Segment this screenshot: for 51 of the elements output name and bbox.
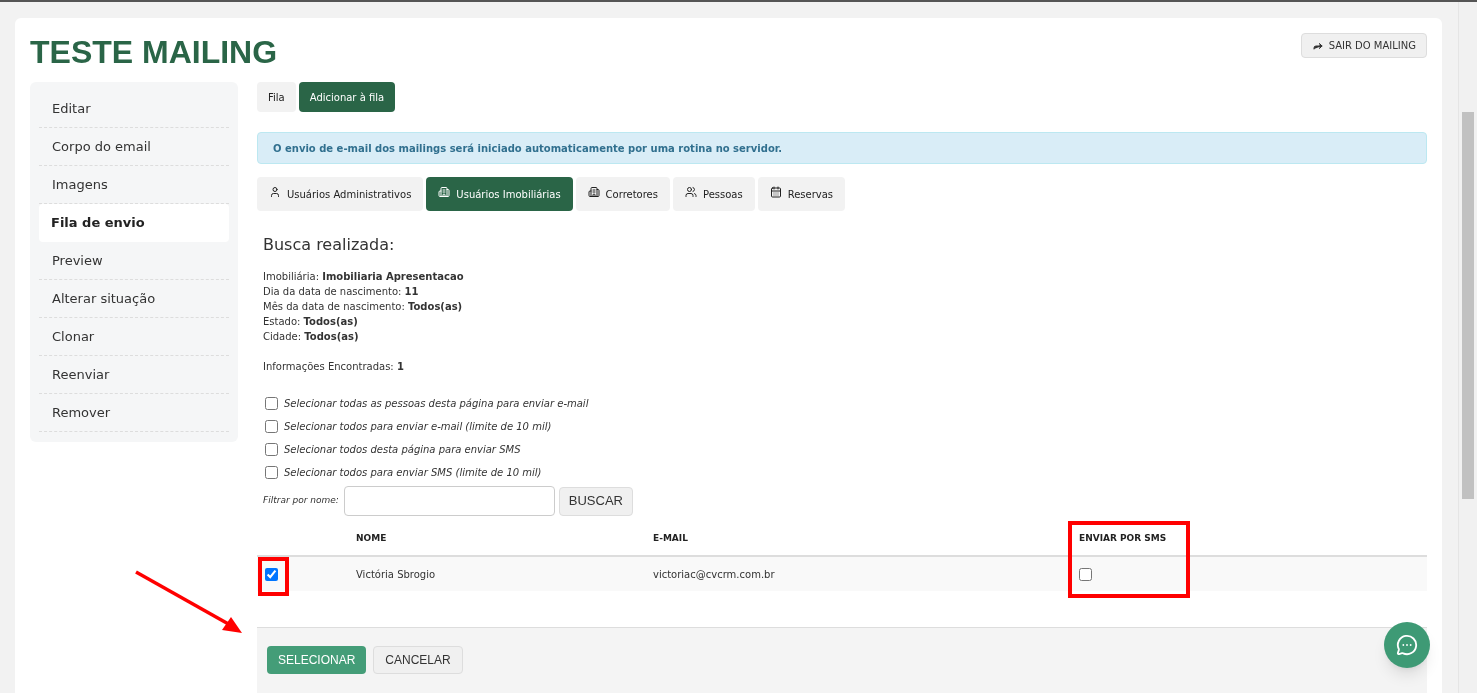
select-checkbox[interactable]: [265, 396, 278, 410]
sidebar-item[interactable]: Preview: [39, 242, 229, 280]
column-header: E-MAIL: [653, 533, 688, 544]
sidebar-item[interactable]: Alterar situação: [39, 280, 229, 318]
table-cell: Victória Sbrogio: [356, 568, 436, 580]
select-checkbox[interactable]: [265, 442, 278, 456]
chat-icon: [1396, 634, 1418, 656]
building-icon: [438, 186, 451, 198]
info-alert: O envio de e-mail dos mailings será iniciado automaticamente por uma rotina no servidor.: [257, 132, 1427, 164]
audience-tab[interactable]: Reservas: [757, 177, 846, 211]
user-icon: [269, 186, 281, 198]
search-criterion: Estado: Todos(as): [263, 315, 359, 329]
group-icon: [685, 186, 697, 198]
sms-checkbox[interactable]: [1079, 567, 1092, 581]
select-option-label: Selecionar todos para enviar e-mail (limite de 10 mil): [284, 419, 552, 434]
audience-tab[interactable]: Pessoas: [673, 177, 755, 211]
audience-tab[interactable]: Corretores: [575, 177, 670, 211]
results-count: Informações Encontradas: 1: [263, 360, 405, 374]
select-checkbox[interactable]: [265, 419, 278, 433]
sidebar-item[interactable]: Corpo do email: [39, 128, 229, 166]
building-icon: [587, 186, 600, 198]
search-criterion: Cidade: Todos(as): [263, 330, 360, 344]
search-criterion: Mês da data de nascimento: Todos(as): [263, 300, 464, 314]
select-option-label: Selecionar todas as pessoas desta página para enviar e-mail: [284, 396, 589, 411]
queue-tab[interactable]: Fila: [257, 82, 296, 112]
table-cell: victoriac@cvcrm.com.br: [653, 568, 775, 580]
sidebar-item[interactable]: Reenviar: [39, 356, 229, 394]
page-title: TESTE MAILING: [30, 33, 278, 72]
search-criterion: Imobiliária: Imobiliaria Apresentacao: [263, 270, 465, 284]
column-header: NOME: [356, 533, 387, 544]
column-header: ENVIAR POR SMS: [1079, 533, 1167, 544]
sidebar-item[interactable]: Remover: [39, 394, 229, 432]
search-button[interactable]: BUSCAR: [558, 486, 633, 516]
sidebar-item[interactable]: Clonar: [39, 318, 229, 356]
audience-tab[interactable]: Usuários Imobiliárias: [426, 177, 573, 211]
select-option-label: Selecionar todos para enviar SMS (limite de 10 mil): [284, 465, 542, 480]
queue-tab[interactable]: Adicionar à fila: [298, 82, 396, 112]
row-checkbox[interactable]: [265, 567, 278, 581]
select-checkbox[interactable]: [265, 465, 278, 479]
search-criterion: Dia da data de nascimento: 11: [263, 285, 420, 299]
sidebar-item[interactable]: Editar: [39, 90, 229, 128]
highlight-box: [258, 557, 289, 596]
name-filter-field[interactable]: [343, 486, 555, 516]
select-option-label: Selecionar todos desta página para enviar SMS: [284, 442, 521, 457]
calendar-icon: [769, 186, 782, 198]
cancel-button[interactable]: CANCELAR: [373, 646, 463, 674]
search-heading: Busca realizada:: [263, 235, 396, 255]
filter-label: Filtrar por nome:: [263, 494, 339, 508]
exit-button[interactable]: SAIR DO MAILING: [1300, 33, 1427, 58]
sidebar-item[interactable]: Fila de envio: [39, 204, 229, 242]
audience-tab[interactable]: Usuários Administrativos: [257, 177, 424, 211]
